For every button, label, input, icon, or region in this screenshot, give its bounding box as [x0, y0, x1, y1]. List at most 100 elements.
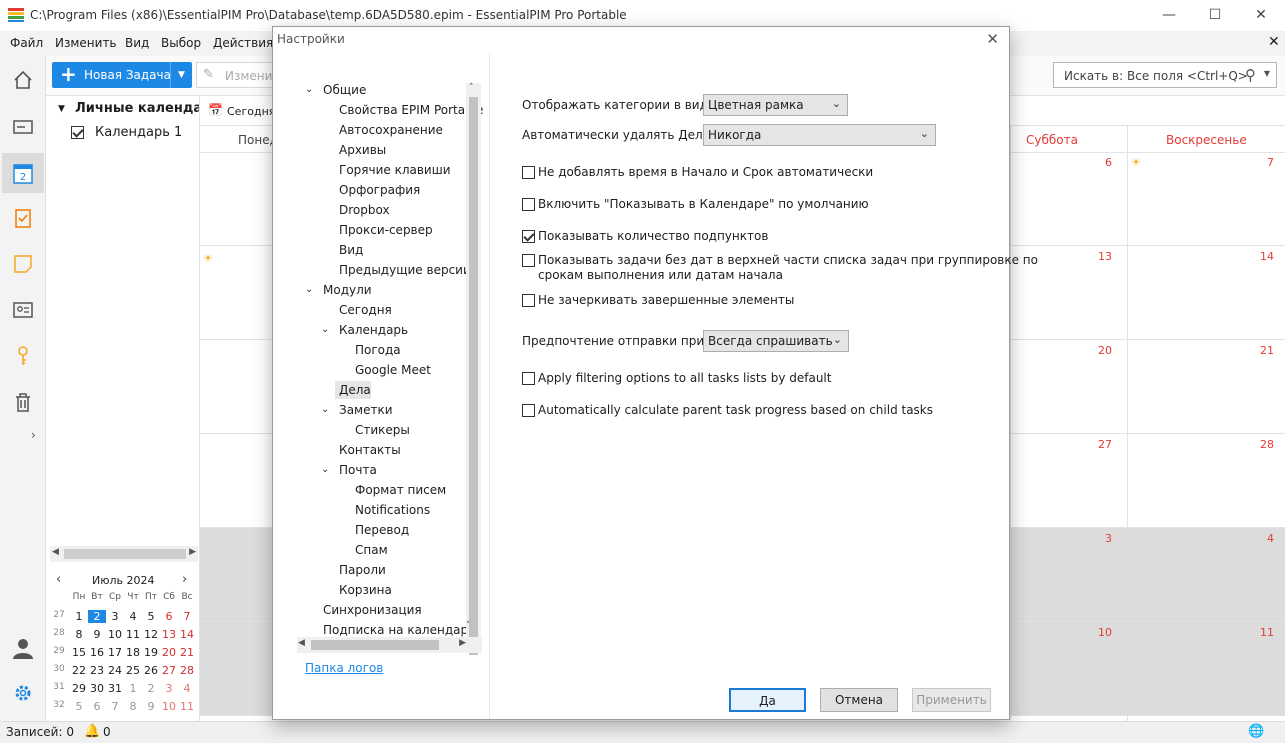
tree-item[interactable]: Вид: [339, 243, 363, 257]
mail-icon[interactable]: [8, 112, 38, 142]
option-checkbox[interactable]: [522, 198, 535, 211]
tree-expand-chevron-icon[interactable]: ⌄: [305, 284, 313, 295]
menu-select[interactable]: Выбор: [161, 36, 201, 50]
mini-calendar-day[interactable]: 10: [160, 700, 178, 713]
tree-expand-chevron-icon[interactable]: ⌄: [305, 84, 313, 95]
mini-calendar-day[interactable]: 17: [106, 646, 124, 659]
settings-gear-icon[interactable]: [8, 678, 38, 708]
tree-scroll-down-icon[interactable]: ˅: [466, 621, 471, 631]
mini-calendar-day[interactable]: 11: [124, 628, 142, 641]
maximize-button[interactable]: ☐: [1192, 0, 1238, 30]
tasks-icon[interactable]: [8, 203, 38, 233]
new-task-button[interactable]: + Новая Задача ▼: [52, 62, 192, 88]
mini-calendar-day[interactable]: 31: [106, 682, 124, 695]
tree-horizontal-scrollbar[interactable]: ◀ ▶: [297, 637, 482, 653]
horizontal-scrollbar[interactable]: ◀ ▶: [50, 546, 198, 562]
mini-calendar-day[interactable]: 15: [70, 646, 88, 659]
tree-item[interactable]: Контакты: [339, 443, 401, 457]
mini-calendar-day[interactable]: 19: [142, 646, 160, 659]
mini-calendar-day[interactable]: 16: [88, 646, 106, 659]
tree-item[interactable]: Общие: [323, 83, 366, 97]
user-avatar-icon[interactable]: [8, 633, 38, 663]
option-checkbox[interactable]: [522, 230, 535, 243]
menu-file[interactable]: Файл: [10, 36, 43, 50]
mini-calendar-day[interactable]: 4: [178, 682, 196, 695]
scroll-left-icon[interactable]: ◀: [52, 547, 59, 557]
globe-icon[interactable]: 🌐: [1248, 724, 1264, 739]
cancel-button[interactable]: Отмена: [820, 688, 898, 712]
tree-item[interactable]: Дела: [339, 383, 371, 397]
tree-item[interactable]: Прокси-сервер: [339, 223, 433, 237]
tree-item[interactable]: Google Meet: [355, 363, 431, 377]
mini-calendar-day[interactable]: 1: [124, 682, 142, 695]
tree-scroll-left-icon[interactable]: ◀: [298, 638, 305, 648]
mini-calendar-day[interactable]: 7: [106, 700, 124, 713]
mini-calendar-day[interactable]: 30: [88, 682, 106, 695]
mini-calendar-day[interactable]: 28: [178, 664, 196, 677]
next-month-icon[interactable]: ›: [182, 572, 187, 587]
option-checkbox[interactable]: [522, 254, 535, 267]
tree-item[interactable]: Notifications: [355, 503, 430, 517]
tree-item[interactable]: Сегодня: [339, 303, 392, 317]
tree-item[interactable]: Модули: [323, 283, 372, 297]
passwords-key-icon[interactable]: [8, 341, 38, 371]
show-categories-select[interactable]: Цветная рамка ⌄: [703, 94, 848, 116]
mini-calendar-day[interactable]: 23: [88, 664, 106, 677]
mini-calendar-day[interactable]: 25: [124, 664, 142, 677]
mini-calendar-day[interactable]: 3: [160, 682, 178, 695]
tree-expand-chevron-icon[interactable]: ⌄: [321, 324, 329, 335]
mini-calendar-day[interactable]: 10: [106, 628, 124, 641]
scroll-right-icon[interactable]: ▶: [189, 547, 196, 557]
mini-calendar-day[interactable]: 1: [70, 610, 88, 623]
tree-item[interactable]: Горячие клавиши: [339, 163, 451, 177]
mini-calendar-day[interactable]: 14: [178, 628, 196, 641]
calendar-icon[interactable]: 2: [8, 158, 38, 188]
home-icon[interactable]: [8, 65, 38, 95]
close-window-button[interactable]: ✕: [1238, 0, 1284, 30]
mini-calendar-day[interactable]: 8: [124, 700, 142, 713]
search-icon[interactable]: ⚲: [1245, 66, 1256, 84]
close-tab-icon[interactable]: ✕: [1268, 34, 1280, 50]
mini-calendar-day[interactable]: 6: [160, 610, 178, 623]
option-checkbox[interactable]: [522, 404, 535, 417]
tree-item[interactable]: Спам: [355, 543, 388, 557]
mini-calendar-day[interactable]: 20: [160, 646, 178, 659]
tree-item[interactable]: Автосохранение: [339, 123, 443, 137]
mini-calendar-day[interactable]: 4: [124, 610, 142, 623]
tree-scroll-right-icon[interactable]: ▶: [459, 638, 466, 648]
tree-item[interactable]: Стикеры: [355, 423, 410, 437]
calendar-1-checkbox[interactable]: [71, 126, 84, 139]
mini-calendar-day[interactable]: 11: [178, 700, 196, 713]
mini-calendar-day[interactable]: 26: [142, 664, 160, 677]
option-checkbox[interactable]: [522, 372, 535, 385]
mini-calendar-day[interactable]: 13: [160, 628, 178, 641]
contacts-icon[interactable]: [8, 295, 38, 325]
notes-icon[interactable]: [8, 249, 38, 279]
mini-calendar-day[interactable]: 18: [124, 646, 142, 659]
collapse-group-icon[interactable]: ▼: [58, 104, 65, 114]
mini-calendar-day[interactable]: 9: [88, 628, 106, 641]
new-task-dropdown[interactable]: ▼: [170, 62, 192, 88]
mini-calendar-day[interactable]: 6: [88, 700, 106, 713]
tree-item[interactable]: Календарь: [339, 323, 408, 337]
tree-item[interactable]: Архивы: [339, 143, 386, 157]
mini-calendar-day[interactable]: 2: [142, 682, 160, 695]
prev-month-icon[interactable]: ‹: [56, 572, 61, 587]
auto-delete-select[interactable]: Никогда ⌄: [703, 124, 936, 146]
tree-item[interactable]: Предыдущие версии: [339, 263, 471, 277]
mini-calendar-day[interactable]: 5: [142, 610, 160, 623]
mini-calendar-day[interactable]: 8: [70, 628, 88, 641]
mini-calendar-day[interactable]: 7: [178, 610, 196, 623]
tree-item[interactable]: Dropbox: [339, 203, 390, 217]
option-checkbox[interactable]: [522, 294, 535, 307]
tree-expand-chevron-icon[interactable]: ⌄: [321, 464, 329, 475]
tree-item[interactable]: Перевод: [355, 523, 409, 537]
apply-button[interactable]: Применить: [912, 688, 991, 712]
trash-icon[interactable]: [8, 387, 38, 417]
minimize-button[interactable]: —: [1146, 0, 1192, 30]
search-input[interactable]: Искать в: Все поля <Ctrl+Q> ⚲ ▼: [1053, 62, 1277, 88]
tree-item[interactable]: Формат писем: [355, 483, 446, 497]
today-button[interactable]: 📅 Сегодня: [204, 101, 275, 123]
mini-calendar-day[interactable]: 29: [70, 682, 88, 695]
dialog-close-icon[interactable]: ✕: [986, 30, 999, 48]
